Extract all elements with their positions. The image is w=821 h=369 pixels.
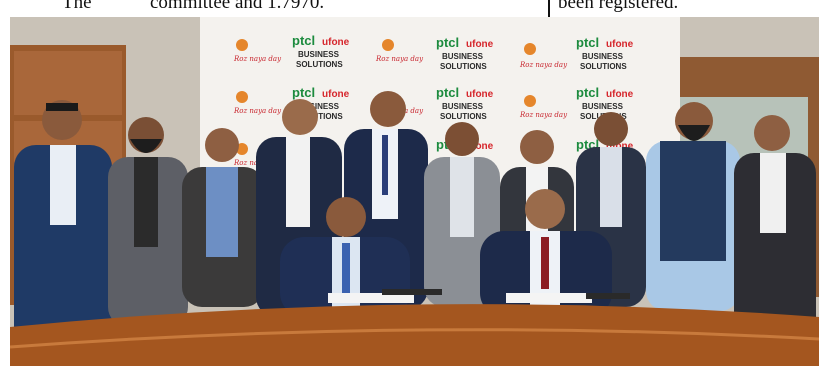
svg-text:ptcl: ptcl xyxy=(436,35,459,50)
svg-text:SOLUTIONS: SOLUTIONS xyxy=(440,112,487,121)
signing-ceremony-photo: ptcl ufone BUSINESS SOLUTIONS ptcl ufone… xyxy=(10,17,819,366)
svg-text:BUSINESS: BUSINESS xyxy=(582,52,624,61)
svg-text:ufone: ufone xyxy=(606,39,634,50)
svg-text:BUSINESS: BUSINESS xyxy=(442,102,484,111)
svg-text:Roz naya day: Roz naya day xyxy=(375,55,424,63)
newspaper-fragment-right: been registered. xyxy=(558,0,679,13)
svg-text:Roz naya day: Roz naya day xyxy=(519,61,568,69)
svg-text:ptcl: ptcl xyxy=(576,85,599,100)
photo-illustration: ptcl ufone BUSINESS SOLUTIONS ptcl ufone… xyxy=(10,17,819,366)
svg-text:ufone: ufone xyxy=(606,89,634,100)
svg-text:Roz naya day: Roz naya day xyxy=(233,107,282,115)
svg-text:ufone: ufone xyxy=(322,89,350,100)
svg-text:SOLUTIONS: SOLUTIONS xyxy=(296,60,343,69)
svg-text:ufone: ufone xyxy=(466,39,494,50)
svg-text:ptcl: ptcl xyxy=(292,85,315,100)
svg-text:ufone: ufone xyxy=(322,37,350,48)
svg-text:ufone: ufone xyxy=(466,89,494,100)
svg-text:SOLUTIONS: SOLUTIONS xyxy=(440,62,487,71)
svg-text:Roz naya day: Roz naya day xyxy=(233,55,282,63)
svg-text:BUSINESS: BUSINESS xyxy=(442,52,484,61)
newspaper-fragment-left: The xyxy=(62,0,92,13)
column-rule xyxy=(548,0,550,18)
svg-text:BUSINESS: BUSINESS xyxy=(582,102,624,111)
svg-text:BUSINESS: BUSINESS xyxy=(298,50,340,59)
svg-text:ptcl: ptcl xyxy=(436,85,459,100)
svg-text:SOLUTIONS: SOLUTIONS xyxy=(580,62,627,71)
newspaper-fragment-middle: committee and 1.7970. xyxy=(150,0,325,13)
newspaper-cropped-line: The committee and 1.7970. been registere… xyxy=(0,0,821,14)
svg-text:Roz naya day: Roz naya day xyxy=(519,111,568,119)
svg-text:ptcl: ptcl xyxy=(292,33,315,48)
svg-text:ptcl: ptcl xyxy=(576,35,599,50)
